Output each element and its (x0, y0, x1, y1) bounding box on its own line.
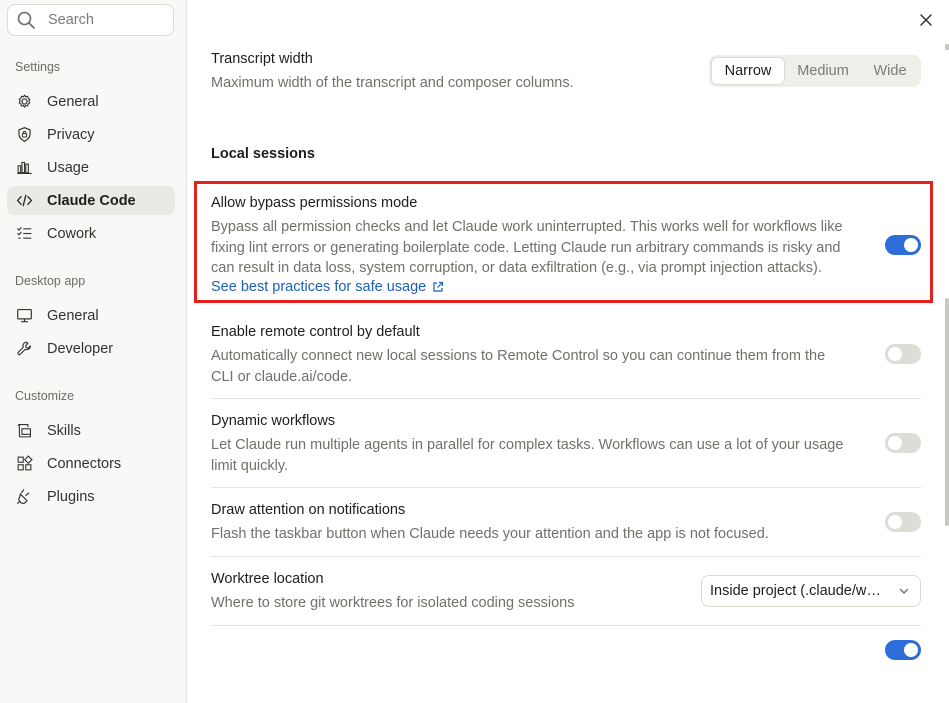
next-setting-toggle[interactable] (885, 640, 921, 660)
sidebar-item-label: Connectors (47, 455, 122, 472)
desc-line: fixing lint errors or generating boilerp… (211, 239, 841, 256)
draw-attention-title: Draw attention on notifications (211, 502, 406, 518)
dynamic-workflows-toggle[interactable] (885, 433, 921, 453)
bypass-permissions-desc: Bypass all permission checks and let Cla… (211, 217, 843, 279)
sidebar-item-skills[interactable]: Skills (7, 416, 175, 445)
sidebar-item-label: General (47, 307, 99, 324)
desc-line: Let Claude run multiple agents in parall… (211, 437, 844, 453)
divider (211, 487, 921, 488)
sidebar-item-label: General (47, 93, 99, 110)
sidebar-item-label: Developer (47, 340, 114, 357)
divider (211, 398, 921, 399)
sidebar-item-usage[interactable]: Usage (7, 153, 175, 182)
worktree-location-value: Inside project (.claude/w… (710, 583, 881, 599)
transcript-width-desc: Maximum width of the transcript and comp… (211, 75, 574, 91)
connectors-icon (16, 455, 33, 472)
search-input[interactable] (48, 12, 158, 28)
local-sessions-heading: Local sessions (211, 146, 315, 162)
safe-usage-link[interactable]: See best practices for safe usage (211, 279, 444, 295)
sidebar-item-privacy[interactable]: Privacy (7, 120, 175, 149)
dynamic-workflows-desc: Let Claude run multiple agents in parall… (211, 435, 843, 476)
wrench-icon (16, 340, 33, 357)
divider (211, 556, 921, 557)
sidebar-item-label: Claude Code (47, 192, 136, 209)
draw-attention-toggle[interactable] (885, 512, 921, 532)
scrollbar-thumb[interactable] (945, 298, 949, 526)
sidebar-item-connectors[interactable]: Connectors (7, 449, 175, 478)
option-medium[interactable]: Medium (785, 57, 861, 85)
desc-line: Bypass all permission checks and let Cla… (211, 219, 843, 235)
search-box[interactable] (7, 4, 174, 36)
desc-line: can result in data loss, system corrupti… (211, 260, 822, 276)
skills-icon (16, 422, 33, 439)
remote-control-toggle[interactable] (885, 344, 921, 364)
draw-attention-desc: Flash the taskbar button when Claude nee… (211, 524, 769, 545)
section-label-settings: Settings (15, 60, 61, 74)
close-icon (920, 14, 932, 26)
sidebar-item-label: Usage (47, 159, 89, 176)
sidebar-item-claude-code[interactable]: Claude Code (7, 186, 175, 215)
option-narrow[interactable]: Narrow (711, 57, 785, 85)
checklist-icon (16, 225, 33, 242)
transcript-width-selector: Narrow Medium Wide (709, 55, 921, 87)
code-icon (16, 192, 33, 209)
sidebar-item-cowork[interactable]: Cowork (7, 219, 175, 248)
sidebar-item-label: Cowork (47, 225, 97, 242)
worktree-location-desc: Where to store git worktrees for isolate… (211, 595, 575, 611)
toggle-knob (888, 515, 902, 529)
toggle-knob (888, 436, 902, 450)
sidebar-item-label: Privacy (47, 126, 95, 143)
external-link-icon (433, 281, 444, 292)
divider (211, 625, 921, 626)
bypass-permissions-toggle[interactable] (885, 235, 921, 255)
desc-line: Automatically connect new local sessions… (211, 348, 826, 364)
sidebar-item-developer[interactable]: Developer (7, 334, 175, 363)
section-label-desktop-app: Desktop app (15, 274, 86, 288)
bypass-permissions-title: Allow bypass permissions mode (211, 195, 418, 211)
worktree-location-select[interactable]: Inside project (.claude/w… (701, 575, 921, 607)
gear-icon (16, 93, 33, 110)
transcript-width-title: Transcript width (211, 51, 313, 67)
remote-control-desc: Automatically connect new local sessions… (211, 346, 825, 387)
desc-line: limit quickly. (211, 457, 289, 474)
shield-icon (16, 126, 33, 143)
monitor-icon (16, 307, 33, 324)
section-label-customize: Customize (15, 389, 75, 403)
desc-line: Flash the taskbar button when Claude nee… (211, 526, 769, 542)
option-wide[interactable]: Wide (861, 57, 919, 85)
toggle-knob (904, 643, 918, 657)
remote-control-title: Enable remote control by default (211, 324, 420, 340)
chevron-down-icon (899, 588, 909, 594)
dynamic-workflows-title: Dynamic workflows (211, 413, 336, 429)
toggle-knob (888, 347, 902, 361)
sidebar: Settings General Privacy Usage Claude Co… (0, 0, 187, 703)
plug-icon (16, 488, 33, 505)
desc-line: CLI or claude.ai/code. (211, 368, 353, 385)
sidebar-item-desktop-general[interactable]: General (7, 301, 175, 330)
worktree-location-title: Worktree location (211, 571, 324, 587)
close-button[interactable] (917, 11, 935, 29)
bar-chart-icon (16, 159, 33, 176)
safe-usage-link-text[interactable]: See best practices for safe usage (211, 279, 426, 295)
scrollbar-arrow[interactable] (945, 44, 949, 50)
sidebar-item-label: Skills (47, 422, 81, 439)
toggle-knob (904, 238, 918, 252)
sidebar-item-label: Plugins (47, 488, 95, 505)
search-icon (16, 10, 36, 30)
sidebar-item-general[interactable]: General (7, 87, 175, 116)
sidebar-item-plugins[interactable]: Plugins (7, 482, 175, 511)
